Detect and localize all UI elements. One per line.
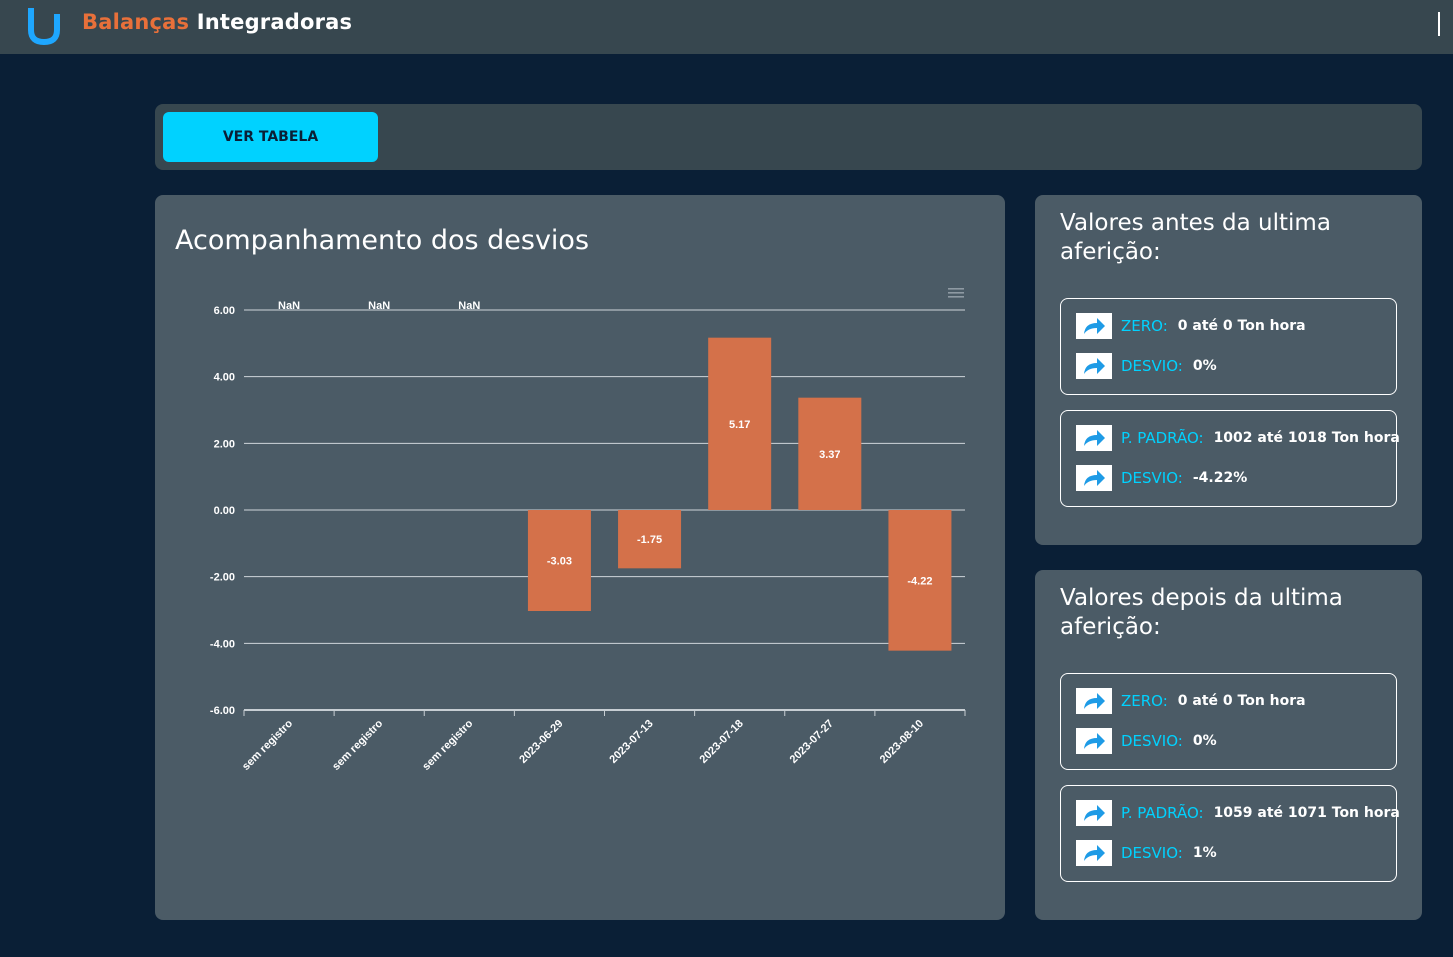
desvio-label: DESVIO: [1121,732,1183,750]
before-calibration-panel: Valores antes da ultima aferição: ZERO: … [1035,195,1422,545]
app-title: Balanças Integradoras [82,10,352,34]
topbar-divider [1438,12,1440,36]
bar-data-label: -3.03 [547,556,572,568]
share-arrow-icon [1076,728,1112,754]
x-tick-label: 2023-07-27 [788,718,836,766]
after-padrao-desvio-row: DESVIO: 1% [1076,840,1217,866]
y-tick-label: 6.00 [214,305,235,317]
share-arrow-icon [1076,688,1112,714]
before-padrao-row: P. PADRÃO: 1002 até 1018 Ton hora [1076,425,1400,451]
before-zero-row: ZERO: 0 até 0 Ton hora [1076,313,1306,339]
bar-data-label: NaN [458,300,480,312]
zero-label: ZERO: [1121,692,1168,710]
u-logo-icon[interactable] [26,6,62,46]
before-padrao-box: P. PADRÃO: 1002 até 1018 Ton hora DESVIO… [1060,410,1400,507]
deviation-bar-chart: 6.00 4.00 2.00 0.00 -2.00 -4.00 -6.00 NaN sem re… [210,300,966,773]
bar-data-label: 3.37 [819,449,840,461]
before-zero-box: ZERO: 0 até 0 Ton hora DESVIO: 0% [1060,298,1397,395]
x-tick-label: 2023-07-13 [607,718,655,766]
share-arrow-icon [1076,465,1112,491]
desvio-value: 0% [1192,733,1217,749]
after-calibration-panel: Valores depois da ultima aferição: ZERO:… [1035,570,1422,920]
bar-data-label: -1.75 [637,534,662,546]
action-bar: VER TABELA [155,104,1422,170]
zero-value: 0 até 0 Ton hora [1177,318,1306,334]
x-tick-label: 2023-08-10 [878,718,926,766]
after-zero-desvio-row: DESVIO: 0% [1076,728,1217,754]
ver-tabela-button[interactable]: VER TABELA [163,112,378,162]
x-tick-label: 2023-06-29 [517,718,565,766]
y-tick-label: -2.00 [210,572,235,584]
share-arrow-icon [1076,840,1112,866]
y-tick-label: 2.00 [214,438,235,450]
share-arrow-icon [1076,313,1112,339]
after-padrao-box: P. PADRÃO: 1059 até 1071 Ton hora DESVIO… [1060,785,1400,882]
share-arrow-icon [1076,425,1112,451]
desvio-value: 1% [1192,845,1217,861]
zero-label: ZERO: [1121,317,1168,335]
bar-data-label: -4.22 [907,575,932,587]
padrao-value: 1002 até 1018 Ton hora [1213,430,1400,446]
desvio-value: 0% [1192,358,1217,374]
before-panel-title: Valores antes da ultima aferição: [1060,210,1331,265]
bar-data-label: 5.17 [729,419,750,431]
padrao-value: 1059 até 1071 Ton hora [1213,805,1400,821]
bar-data-label: NaN [368,300,390,312]
padrao-label: P. PADRÃO: [1121,429,1204,447]
x-tick-label: 2023-07-18 [698,718,746,766]
app-title-accent: Balanças [82,10,190,34]
bar-data-label: NaN [278,300,300,312]
zero-value: 0 até 0 Ton hora [1177,693,1306,709]
padrao-label: P. PADRÃO: [1121,804,1204,822]
before-padrao-desvio-row: DESVIO: -4.22% [1076,465,1247,491]
after-zero-row: ZERO: 0 até 0 Ton hora [1076,688,1306,714]
y-tick-label: -6.00 [210,705,235,717]
desvio-label: DESVIO: [1121,844,1183,862]
app-title-main: Integradoras [196,10,353,34]
chart-panel: Acompanhamento dos desvios 6.00 4.00 2.00 0… [155,195,1005,920]
before-zero-desvio-row: DESVIO: 0% [1076,353,1217,379]
desvio-label: DESVIO: [1121,469,1183,487]
x-tick-label: sem registro [240,717,295,772]
x-tick-label: sem registro [420,717,475,772]
y-tick-label: 4.00 [214,372,235,384]
y-tick-label: -4.00 [210,638,235,650]
after-padrao-row: P. PADRÃO: 1059 até 1071 Ton hora [1076,800,1400,826]
share-arrow-icon [1076,353,1112,379]
y-tick-label: 0.00 [214,505,235,517]
x-tick-label: sem registro [330,717,385,772]
desvio-label: DESVIO: [1121,357,1183,375]
top-bar: Balanças Integradoras [0,0,1453,54]
desvio-value: -4.22% [1192,470,1248,486]
after-panel-title: Valores depois da ultima aferição: [1060,585,1343,640]
share-arrow-icon [1076,800,1112,826]
after-zero-box: ZERO: 0 até 0 Ton hora DESVIO: 0% [1060,673,1397,770]
